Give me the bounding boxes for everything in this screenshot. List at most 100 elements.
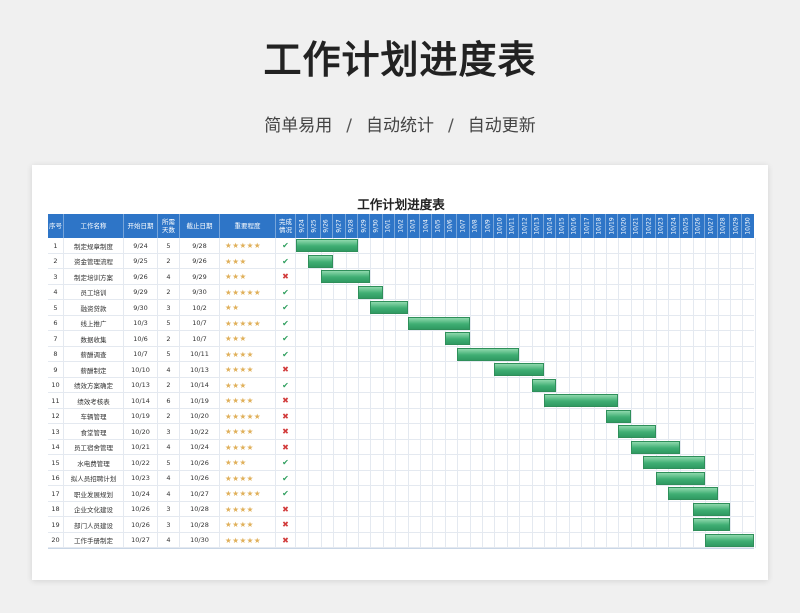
cell-index: 17	[48, 486, 64, 502]
star-icon: ★★★★	[225, 504, 254, 514]
table-row: 3 制定培训方案 9/26 4 9/29 ★★★ ✖	[48, 269, 754, 285]
timeline-date-header: 9/27	[333, 214, 346, 238]
check-icon: ✔	[282, 380, 289, 390]
timeline-date-label: 9/25	[310, 219, 318, 233]
header-status: 完成情况	[276, 214, 296, 238]
gantt-table: 序号 工作名称 开始日期 所需天数 截止日期 重要程度 完成情况 9/24 9/2…	[48, 214, 756, 549]
cell-end-date: 10/7	[180, 315, 220, 331]
timeline-date-header: 10/3	[408, 214, 420, 238]
timeline-date-label: 10/12	[521, 217, 529, 235]
timeline-date-label: 10/20	[620, 217, 628, 235]
cell-start-date: 10/6	[124, 331, 158, 347]
cell-start-date: 10/3	[124, 315, 158, 331]
cell-start-date: 10/19	[124, 408, 158, 424]
gantt-bar	[618, 425, 656, 438]
gantt-bar	[643, 456, 706, 469]
star-icon: ★★★★★	[225, 241, 262, 251]
cell-index: 5	[48, 300, 64, 316]
star-icon: ★★★	[225, 334, 247, 344]
table-row: 6 线上推广 10/3 5 10/7 ★★★★★ ✔	[48, 315, 754, 331]
timeline-date-header: 10/19	[606, 214, 619, 238]
table-body: 1 制定规章制度 9/24 5 9/28 ★★★★★ ✔ 2 资金管理流程 9/25 2 9/26 ★★…	[48, 238, 756, 549]
gantt-bar	[692, 502, 730, 516]
cell-index: 11	[48, 393, 64, 409]
cell-start-date: 10/22	[124, 455, 158, 471]
sheet-title: 工作计划进度表	[357, 197, 445, 212]
cell-end-date: 10/24	[180, 439, 220, 455]
cell-days: 4	[158, 439, 180, 455]
cell-index: 2	[48, 253, 64, 269]
cell-status: ✖	[276, 393, 296, 409]
cell-index: 7	[48, 331, 64, 347]
timeline-date-header: 10/26	[693, 214, 706, 238]
gantt-bar	[606, 409, 631, 423]
cell-importance: ★★★	[220, 331, 276, 347]
cell-index: 13	[48, 424, 64, 440]
cell-end-date: 10/2	[180, 300, 220, 316]
timeline-date-label: 10/21	[632, 217, 640, 235]
cell-start-date: 10/13	[124, 377, 158, 393]
cell-start-date: 10/27	[124, 532, 158, 548]
cell-end-date: 9/28	[180, 238, 220, 254]
timeline-date-header: 10/6	[445, 214, 458, 238]
check-icon: ✔	[282, 458, 289, 468]
cell-index: 15	[48, 455, 64, 471]
gantt-bar	[444, 332, 470, 345]
gantt-bar	[531, 378, 557, 392]
timeline-date-label: 10/13	[533, 217, 541, 235]
cell-days: 3	[158, 501, 180, 517]
timeline-date-label: 9/24	[298, 219, 306, 233]
timeline-date-header: 10/4	[420, 214, 433, 238]
timeline-date-header: 10/27	[705, 214, 718, 238]
gantt-bar	[457, 347, 520, 361]
gantt-bar	[692, 518, 730, 531]
cell-importance: ★★★★	[220, 346, 276, 362]
header-end: 截止日期	[180, 214, 220, 238]
cell-days: 4	[158, 269, 180, 285]
check-icon: ✔	[282, 489, 289, 499]
cell-index: 10	[48, 377, 64, 393]
cell-task-name: 企业文化建设	[64, 501, 124, 517]
timeline-date-label: 10/14	[546, 217, 554, 235]
cell-index: 9	[48, 362, 64, 378]
cell-days: 4	[158, 486, 180, 502]
cell-status: ✖	[276, 269, 296, 285]
timeline-date-label: 9/29	[360, 219, 368, 233]
star-icon: ★★★★	[225, 365, 254, 375]
cell-status: ✔	[276, 377, 296, 393]
timeline-date-label: 10/22	[645, 217, 653, 235]
timeline-date-header: 10/1	[383, 214, 396, 238]
timeline-date-header: 9/24	[296, 214, 309, 238]
gantt-bar	[308, 254, 334, 268]
cell-end-date: 10/14	[180, 377, 220, 393]
cell-end-date: 10/7	[180, 331, 220, 347]
cell-status: ✔	[276, 331, 296, 347]
cross-icon: ✖	[282, 504, 289, 514]
star-icon: ★★★★★	[225, 489, 262, 499]
cell-start-date: 10/14	[124, 393, 158, 409]
cell-importance: ★★	[220, 300, 276, 316]
cell-status: ✔	[276, 455, 296, 471]
table-row: 16 拟人员招聘计划 10/23 4 10/26 ★★★★ ✔	[48, 470, 754, 486]
gantt-bar	[705, 533, 754, 547]
cell-days: 2	[158, 253, 180, 269]
timeline-date-header: 10/14	[544, 214, 557, 238]
header-index: 序号	[48, 214, 64, 238]
timeline-date-label: 10/7	[459, 219, 467, 233]
cell-importance: ★★★	[220, 455, 276, 471]
cell-status: ✔	[276, 253, 296, 269]
check-icon: ✔	[282, 241, 289, 251]
cell-importance: ★★★★	[220, 393, 276, 409]
header-start: 开始日期	[124, 214, 158, 238]
star-icon: ★★★	[225, 458, 247, 468]
cell-status: ✖	[276, 501, 296, 517]
cell-index: 4	[48, 284, 64, 300]
timeline-date-label: 10/3	[409, 219, 417, 233]
cell-task-name: 制定培训方案	[64, 269, 124, 285]
cell-end-date: 10/13	[180, 362, 220, 378]
cell-index: 14	[48, 439, 64, 455]
table-row: 19 部门人员建设 10/26 3 10/28 ★★★★ ✖	[48, 517, 754, 533]
timeline-date-label: 10/29	[732, 217, 740, 235]
check-icon: ✔	[282, 287, 289, 297]
timeline-date-header: 9/25	[308, 214, 321, 238]
